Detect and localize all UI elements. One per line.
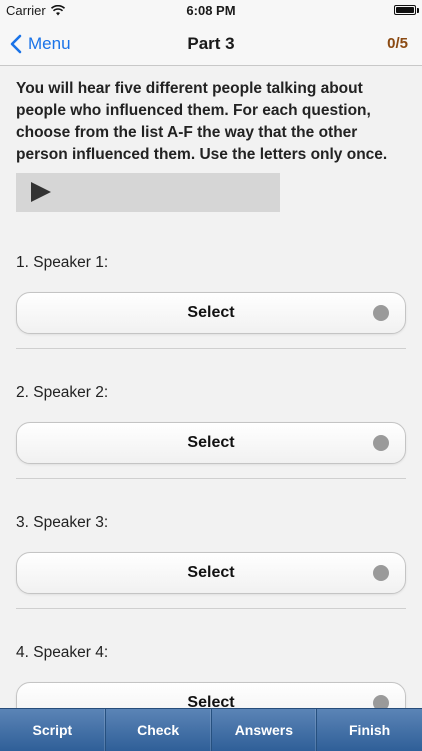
instructions-text: You will hear five different people talk… (16, 80, 388, 163)
radio-indicator-icon (373, 435, 389, 451)
select-label: Select (187, 434, 235, 451)
divider (16, 348, 406, 349)
content-area[interactable]: You will hear five different people talk… (0, 66, 422, 708)
status-time: 6:08 PM (186, 3, 236, 18)
answers-button[interactable]: Answers (212, 709, 318, 751)
select-label: Select (187, 694, 235, 708)
question-label: 1. Speaker 1: (16, 254, 109, 271)
battery-icon (394, 5, 419, 15)
back-label: Menu (28, 33, 71, 53)
back-button[interactable]: Menu (10, 22, 71, 65)
play-icon[interactable] (31, 182, 51, 202)
question-label: 2. Speaker 2: (16, 384, 109, 401)
select-label: Select (187, 564, 235, 581)
check-button[interactable]: Check (106, 709, 212, 751)
radio-indicator-icon (373, 695, 389, 708)
status-bar: Carrier 6:08 PM (0, 0, 422, 22)
radio-indicator-icon (373, 305, 389, 321)
select-button[interactable]: Select (16, 292, 406, 334)
audio-player[interactable] (16, 173, 280, 212)
finish-button[interactable]: Finish (317, 709, 422, 751)
score-counter: 0/5 (387, 35, 408, 52)
select-button[interactable]: Select (16, 552, 406, 594)
radio-indicator-icon (373, 565, 389, 581)
question-label: 4. Speaker 4: (16, 644, 109, 661)
chevron-left-icon (10, 34, 22, 53)
nav-bar: Menu Part 3 0/5 (0, 22, 422, 66)
question-label: 3. Speaker 3: (16, 514, 109, 531)
divider (16, 608, 406, 609)
divider (16, 478, 406, 479)
bottom-toolbar: Script Check Answers Finish (0, 708, 422, 751)
select-button[interactable]: Select (16, 422, 406, 464)
select-button[interactable]: Select (16, 682, 406, 708)
script-button[interactable]: Script (0, 709, 106, 751)
select-label: Select (187, 304, 235, 321)
